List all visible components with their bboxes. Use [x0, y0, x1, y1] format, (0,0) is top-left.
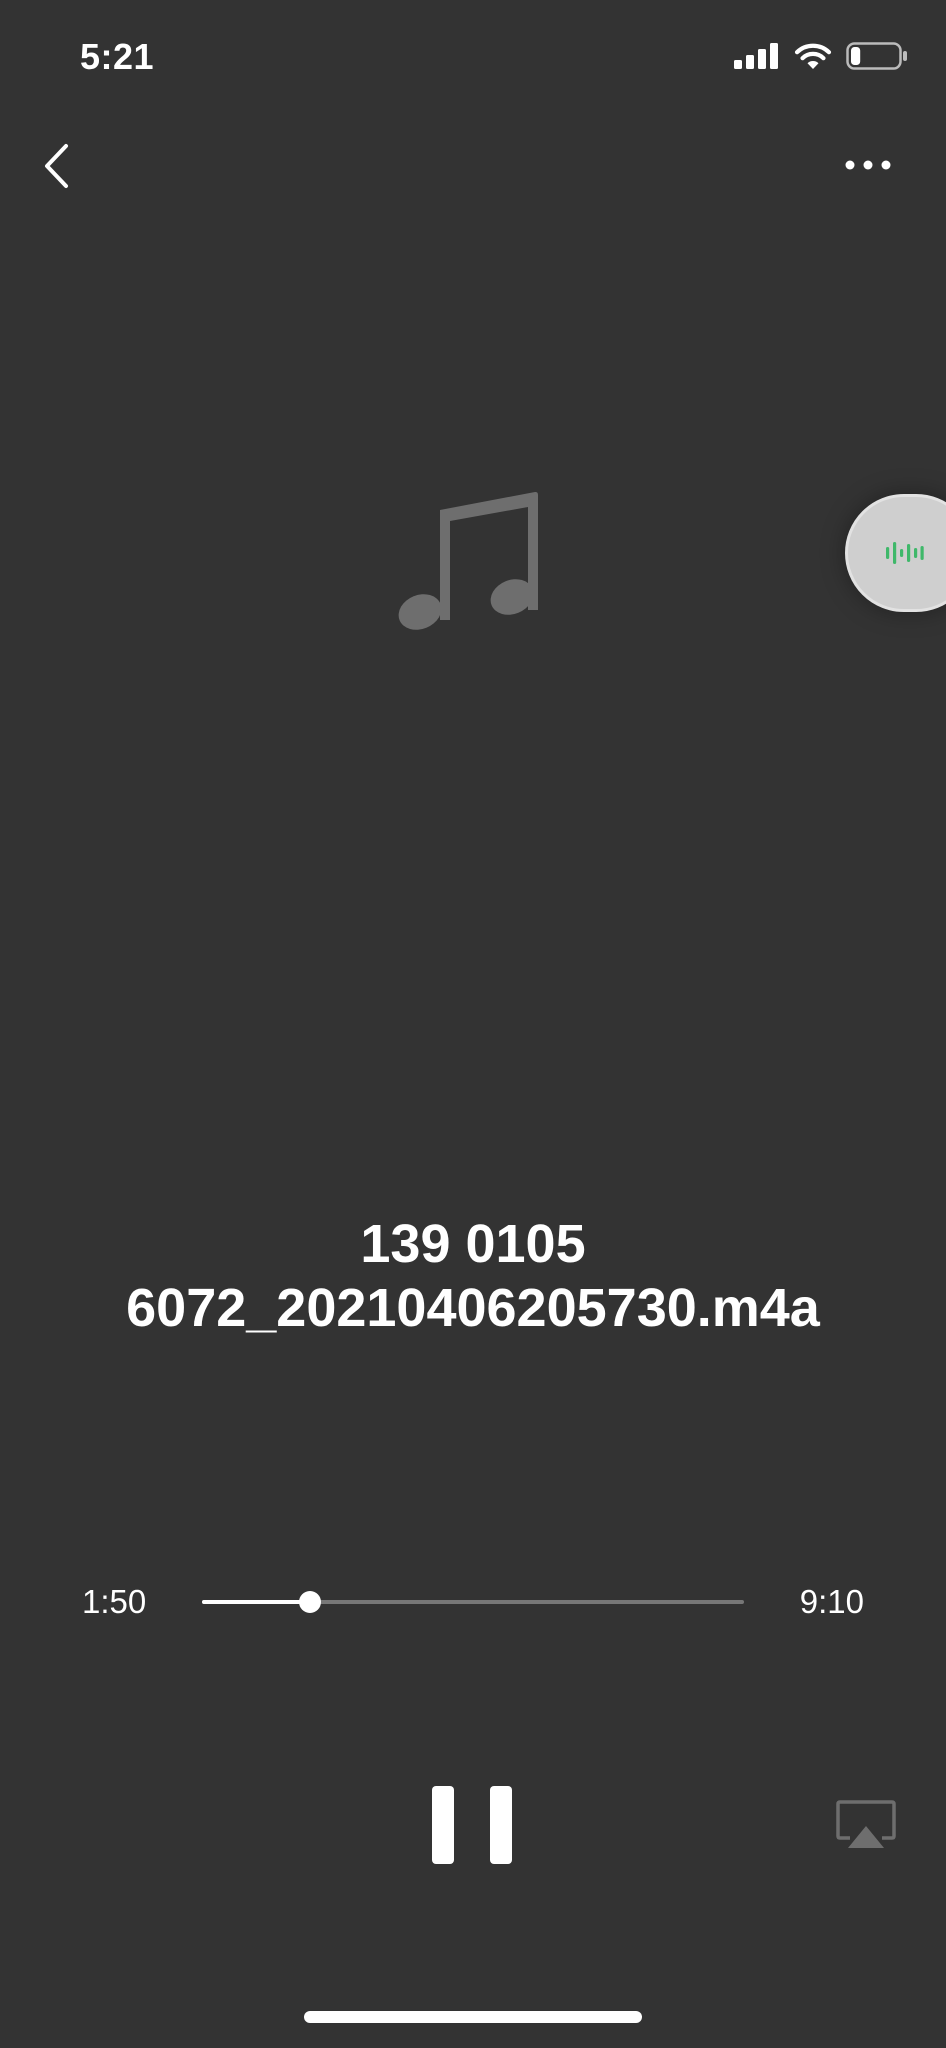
progress-thumb[interactable] [299, 1591, 322, 1613]
back-button[interactable] [36, 136, 76, 196]
total-duration: 9:10 [799, 1583, 864, 1620]
floating-recorder-tab[interactable] [845, 494, 946, 612]
pause-button[interactable] [432, 1786, 512, 1866]
progress-slider[interactable] [202, 1591, 744, 1613]
pause-icon-bar-right [490, 1786, 512, 1864]
wifi-icon [794, 43, 832, 69]
cellular-signal-icon [734, 43, 778, 69]
airplay-icon [836, 1800, 896, 1848]
music-note-icon [398, 491, 538, 630]
elapsed-time: 1:50 [82, 1583, 147, 1620]
album-artwork [390, 470, 550, 650]
track-title-line-2: 6072_20210406205730.m4a [126, 1278, 820, 1338]
status-icons [734, 42, 908, 70]
chevron-left-icon [45, 144, 68, 188]
progress-fill [202, 1600, 311, 1604]
more-options-button[interactable] [838, 150, 898, 180]
airplay-button[interactable] [836, 1800, 896, 1852]
home-indicator [304, 2011, 642, 2023]
pause-icon [432, 1786, 454, 1864]
track-title-line-1: 139 0105 [360, 1214, 586, 1274]
battery-icon [846, 42, 907, 70]
status-time: 5:21 [80, 36, 155, 77]
ellipsis-icon [845, 160, 891, 170]
track-title: 139 0105 6072_20210406205730.m4a [40, 1212, 906, 1340]
audio-waveform-icon [886, 542, 924, 564]
